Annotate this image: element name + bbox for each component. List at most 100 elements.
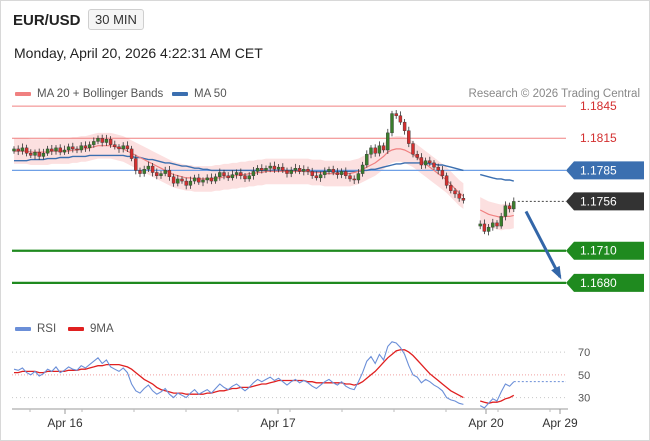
candle-body xyxy=(381,145,386,151)
candle-body xyxy=(432,162,436,168)
candle-body xyxy=(33,151,37,156)
candle-body xyxy=(402,121,407,131)
rsi-panel: 70 50 30 xyxy=(12,341,590,409)
candle-body xyxy=(171,176,176,184)
candle-body xyxy=(394,113,398,116)
candle-body xyxy=(423,160,428,166)
candle-body xyxy=(184,180,188,186)
candle-body xyxy=(16,148,20,152)
x-tick-label: Apr 29 xyxy=(542,416,578,430)
candle-body xyxy=(167,170,172,177)
candle-body xyxy=(218,172,222,177)
candle-body xyxy=(41,153,46,157)
candle-body xyxy=(176,178,180,184)
candle-body xyxy=(66,146,71,151)
candle-body xyxy=(50,148,54,152)
candle-body xyxy=(453,190,457,195)
candle-body xyxy=(113,144,117,147)
candle-body xyxy=(440,170,445,176)
rsi-tick-label: 70 xyxy=(578,347,590,359)
candle-body xyxy=(365,154,369,166)
candle-body xyxy=(96,138,100,142)
candle-body xyxy=(146,165,151,170)
candle-body xyxy=(415,154,419,158)
price-label-1.1680: 1.1680 xyxy=(580,276,617,290)
candle-body xyxy=(281,166,285,171)
candle xyxy=(394,110,398,119)
candle-body xyxy=(12,148,16,152)
price-label-1.1815: 1.1815 xyxy=(580,131,617,145)
candle xyxy=(365,150,369,168)
forecast-arrow-head-icon xyxy=(551,265,562,280)
candle-body xyxy=(104,139,109,143)
price-labels: 1.1845 1.1815 1.1785 1.1756 1.1710 1.1680 xyxy=(566,99,644,292)
candle-body xyxy=(129,148,134,159)
candle-body xyxy=(83,145,88,149)
candle-body xyxy=(71,146,75,150)
candle-body xyxy=(436,166,440,171)
rsi-tick-label: 30 xyxy=(578,393,590,405)
candle-body xyxy=(247,175,251,180)
candle-body xyxy=(390,113,394,134)
candle-body xyxy=(134,158,138,171)
candle-body xyxy=(512,201,516,210)
forecast-arrow-shaft xyxy=(524,210,562,278)
candle-body xyxy=(491,222,495,228)
price-label-1.1785: 1.1785 xyxy=(580,163,617,177)
price-label-1.1756: 1.1756 xyxy=(580,194,617,208)
candle-body xyxy=(108,139,113,145)
candle-body xyxy=(230,174,235,179)
candle-body xyxy=(45,148,50,154)
candle-body xyxy=(449,185,453,191)
candle-body xyxy=(75,148,79,151)
candle-body xyxy=(377,145,382,154)
candle-body xyxy=(100,138,104,143)
price-chart: 1.1845 1.1815 1.1785 1.1756 1.1710 1.1680 70 50… xyxy=(12,99,644,430)
candle-body xyxy=(356,173,361,181)
candle-body xyxy=(503,205,508,217)
rsi-tick-label: 50 xyxy=(578,370,590,382)
candle-body xyxy=(386,132,390,151)
candle-body xyxy=(251,171,256,176)
rsi-9ma-line xyxy=(14,349,515,404)
candle-body xyxy=(159,173,163,176)
x-tick-label: Apr 20 xyxy=(468,416,504,430)
candle-body xyxy=(243,175,247,180)
candle-body xyxy=(24,147,29,154)
candle xyxy=(398,111,403,125)
candle-body xyxy=(117,146,121,150)
candle-body xyxy=(260,168,264,171)
candle-body xyxy=(407,130,411,144)
candle-body xyxy=(197,177,201,183)
x-axis: Apr 16 Apr 17 Apr 20 Apr 29 xyxy=(12,408,578,430)
candle-body xyxy=(369,147,373,155)
candle-body xyxy=(352,178,356,181)
x-tick-label: Apr 17 xyxy=(260,416,296,430)
candle-body xyxy=(268,165,272,169)
candle-body xyxy=(239,172,243,176)
candle-body xyxy=(150,165,155,173)
candle-body xyxy=(499,216,503,227)
candle-body xyxy=(293,168,298,171)
candle-body xyxy=(79,145,83,151)
candle-body xyxy=(87,144,92,149)
candle-body xyxy=(327,169,331,172)
price-label-1.1710: 1.1710 xyxy=(580,244,617,258)
candle-body xyxy=(331,169,335,173)
price-label-1.1845: 1.1845 xyxy=(580,99,617,113)
candle-body xyxy=(348,175,352,180)
candle-body xyxy=(138,170,142,174)
candle-body xyxy=(54,147,58,152)
candle-body xyxy=(323,171,327,175)
candle-body xyxy=(192,177,197,182)
candle-body xyxy=(264,168,268,171)
x-tick-label: Apr 16 xyxy=(47,416,83,430)
candle-body xyxy=(461,198,466,201)
candle-body xyxy=(155,172,159,176)
candle-body xyxy=(142,169,146,174)
candle-body xyxy=(121,145,125,150)
candle-body xyxy=(318,174,323,179)
candle-body xyxy=(234,172,239,175)
candle-body xyxy=(226,175,230,179)
candle-body xyxy=(289,170,293,174)
